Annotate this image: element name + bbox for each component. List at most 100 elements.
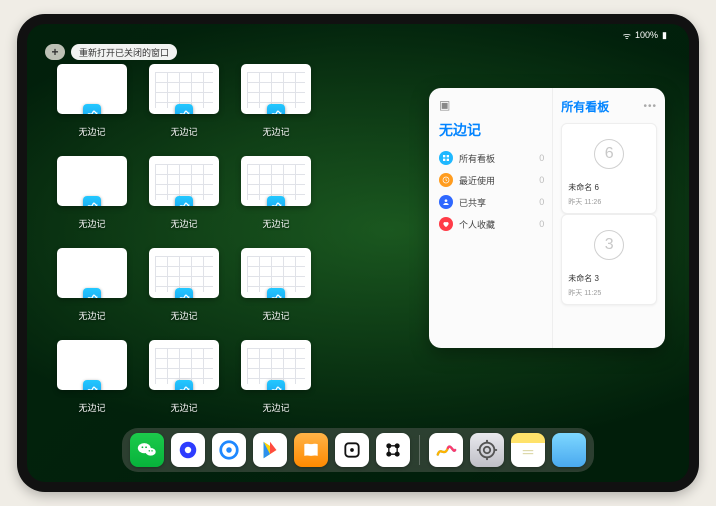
freeform-app-icon [267, 288, 285, 298]
window-thumbnail[interactable]: 无边记 [57, 64, 127, 138]
freeform-app-icon [175, 104, 193, 114]
dock-separator [419, 435, 420, 465]
dock-app-play[interactable] [253, 433, 287, 467]
ipad-screen: ᯤ 100% ▮ + 重新打开已关闭的窗口 无边记 无边记 [27, 24, 689, 482]
thumbnail-label: 无边记 [78, 217, 105, 230]
category-label: 已共享 [459, 196, 486, 209]
panel-category-item[interactable]: 已共享 0 [439, 194, 544, 210]
dock-app-apps[interactable] [552, 433, 586, 467]
sidebar-app-icon: ▣ [439, 98, 450, 112]
top-left-controls: + 重新打开已关闭的窗口 [45, 44, 177, 60]
window-thumbnail[interactable]: 无边记 [241, 340, 311, 414]
dock-app-quark[interactable] [171, 433, 205, 467]
dock [122, 428, 594, 472]
panel-left-column: ▣ 无边记 所有看板 0 最近使用 0 已共享 0 个人收藏 0 [429, 88, 553, 348]
freeform-app-icon [175, 288, 193, 298]
board-time: 昨天 11:25 [568, 288, 650, 298]
window-thumbnail[interactable]: 无边记 [57, 156, 127, 230]
freeform-sidebar-panel[interactable]: ▣ 无边记 所有看板 0 最近使用 0 已共享 0 个人收藏 0 所有看板 [429, 88, 665, 348]
battery-icon: ▮ [662, 30, 667, 41]
panel-title: 无边记 [439, 120, 544, 140]
dock-app-freeform[interactable] [429, 433, 463, 467]
dock-app-notes[interactable] [511, 433, 545, 467]
more-icon[interactable]: ••• [643, 101, 657, 112]
thumbnail-preview [57, 156, 127, 206]
window-thumbnail[interactable]: 无边记 [149, 156, 219, 230]
freeform-app-icon [83, 196, 101, 206]
board-card[interactable]: 6 未命名 6 昨天 11:26 [561, 123, 657, 214]
panel-category-item[interactable]: 个人收藏 0 [439, 216, 544, 232]
board-name: 未命名 3 [568, 273, 650, 284]
battery-label: 100% [635, 30, 658, 40]
thumbnail-label: 无边记 [170, 125, 197, 138]
board-name: 未命名 6 [568, 182, 650, 193]
category-label: 最近使用 [459, 174, 495, 187]
thumbnail-label: 无边记 [262, 401, 289, 414]
board-card[interactable]: 3 未命名 3 昨天 11:25 [561, 214, 657, 305]
category-label: 个人收藏 [459, 218, 495, 231]
window-thumbnail[interactable]: 无边记 [241, 248, 311, 322]
ipad-frame: ᯤ 100% ▮ + 重新打开已关闭的窗口 无边记 无边记 [17, 14, 699, 492]
category-count: 0 [539, 197, 544, 207]
category-count: 0 [539, 219, 544, 229]
reopen-closed-window-button[interactable]: 重新打开已关闭的窗口 [71, 44, 177, 60]
panel-right-column: 所有看板 ••• 6 未命名 6 昨天 11:26 3 未命名 3 昨天 11:… [553, 88, 665, 348]
thumbnail-preview [241, 156, 311, 206]
freeform-app-icon [175, 196, 193, 206]
board-preview: 3 [568, 221, 650, 269]
status-bar: ᯤ 100% ▮ [27, 28, 689, 42]
thumbnail-preview [241, 248, 311, 298]
dock-app-settings[interactable] [470, 433, 504, 467]
panel-category-item[interactable]: 最近使用 0 [439, 172, 544, 188]
thumbnail-preview [57, 248, 127, 298]
window-thumbnail[interactable]: 无边记 [241, 64, 311, 138]
freeform-app-icon [267, 104, 285, 114]
thumbnail-label: 无边记 [170, 217, 197, 230]
thumbnail-label: 无边记 [78, 309, 105, 322]
thumbnail-preview [57, 64, 127, 114]
category-label: 所有看板 [459, 152, 495, 165]
thumbnail-label: 无边记 [78, 401, 105, 414]
dock-app-browser[interactable] [212, 433, 246, 467]
window-thumbnail[interactable]: 无边记 [241, 156, 311, 230]
thumbnail-preview [149, 156, 219, 206]
dock-app-dice[interactable] [335, 433, 369, 467]
board-preview: 6 [568, 130, 650, 178]
window-thumbnails-grid: 无边记 无边记 无边记 无边记 [57, 64, 403, 414]
person-icon [439, 195, 453, 209]
clock-icon [439, 173, 453, 187]
thumbnail-label: 无边记 [262, 125, 289, 138]
category-count: 0 [539, 175, 544, 185]
window-thumbnail[interactable]: 无边记 [149, 340, 219, 414]
panel-category-item[interactable]: 所有看板 0 [439, 150, 544, 166]
window-thumbnail[interactable]: 无边记 [149, 248, 219, 322]
freeform-app-icon [267, 380, 285, 390]
dock-app-wechat[interactable] [130, 433, 164, 467]
window-thumbnail[interactable]: 无边记 [57, 248, 127, 322]
board-time: 昨天 11:26 [568, 197, 650, 207]
thumbnail-label: 无边记 [170, 309, 197, 322]
thumbnail-label: 无边记 [262, 309, 289, 322]
freeform-app-icon [267, 196, 285, 206]
thumbnail-label: 无边记 [170, 401, 197, 414]
thumbnail-preview [149, 248, 219, 298]
dock-app-books[interactable] [294, 433, 328, 467]
category-count: 0 [539, 153, 544, 163]
wifi-icon: ᯤ [623, 29, 631, 42]
window-thumbnail[interactable]: 无边记 [149, 64, 219, 138]
thumbnail-preview [149, 64, 219, 114]
thumbnail-preview [241, 340, 311, 390]
freeform-app-icon [83, 104, 101, 114]
thumbnail-preview [57, 340, 127, 390]
grid-icon [439, 151, 453, 165]
new-window-button[interactable]: + [45, 44, 65, 60]
window-thumbnail[interactable]: 无边记 [57, 340, 127, 414]
panel-category-list: 所有看板 0 最近使用 0 已共享 0 个人收藏 0 [439, 150, 544, 232]
thumbnail-preview [149, 340, 219, 390]
freeform-app-icon [83, 288, 101, 298]
thumbnail-preview [241, 64, 311, 114]
heart-icon [439, 217, 453, 231]
dock-app-connect[interactable] [376, 433, 410, 467]
thumbnail-label: 无边记 [78, 125, 105, 138]
thumbnail-label: 无边记 [262, 217, 289, 230]
